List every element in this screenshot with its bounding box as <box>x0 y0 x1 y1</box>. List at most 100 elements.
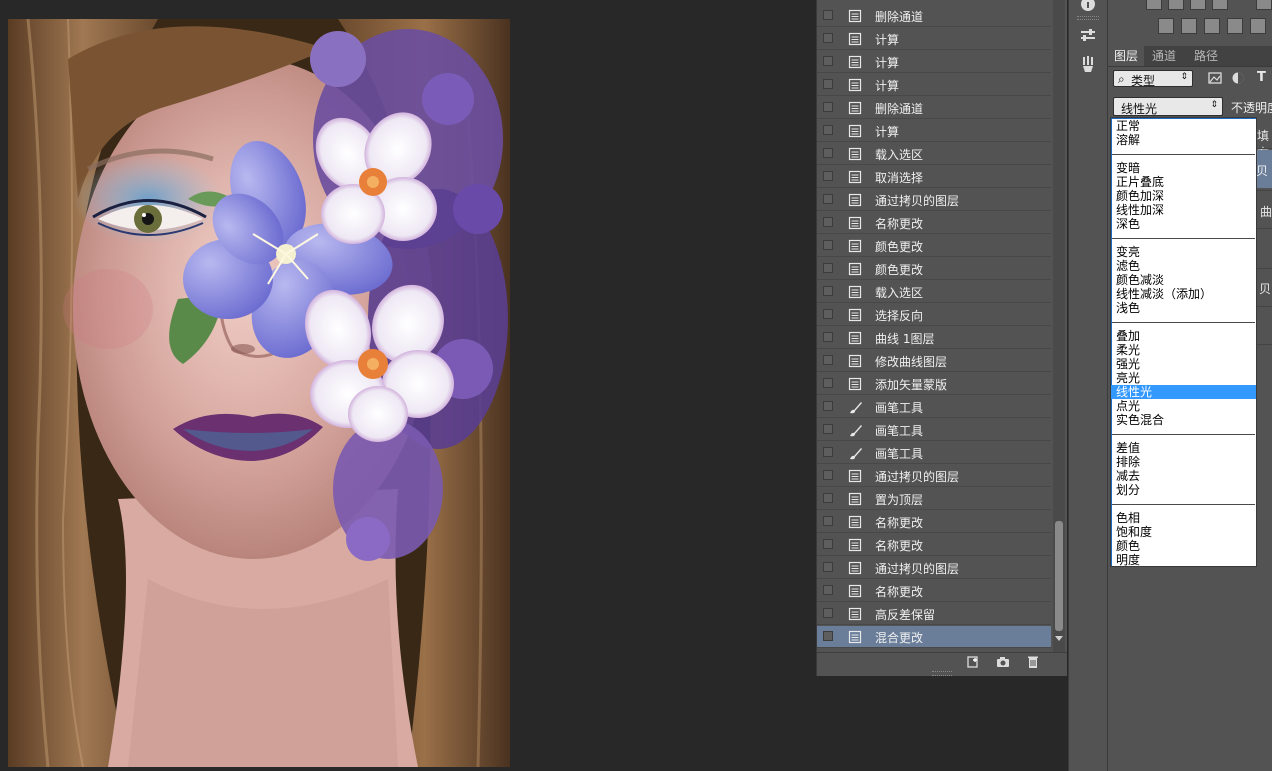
adjustment-icon[interactable] <box>1212 0 1228 10</box>
history-item[interactable]: 选择反向 <box>817 304 1051 326</box>
blend-mode-option[interactable]: 明度 <box>1111 553 1256 567</box>
info-icon[interactable] <box>1078 0 1098 14</box>
history-snapshot-checkbox[interactable] <box>823 125 833 135</box>
scroll-down-arrow-icon[interactable] <box>1055 636 1063 641</box>
history-item[interactable]: 通过拷贝的图层 <box>817 189 1051 211</box>
history-snapshot-checkbox[interactable] <box>823 493 833 503</box>
history-item[interactable]: 名称更改 <box>817 534 1051 556</box>
panel-resize-grip[interactable] <box>932 671 952 676</box>
history-item[interactable]: 计算 <box>817 74 1051 96</box>
blend-mode-option[interactable]: 正片叠底 <box>1111 175 1256 189</box>
dock-grip[interactable] <box>1077 16 1099 20</box>
history-item[interactable]: 颜色更改 <box>817 235 1051 257</box>
adjustment-icon[interactable] <box>1146 0 1162 10</box>
history-item[interactable]: 载入选区 <box>817 281 1051 303</box>
history-item[interactable]: 画笔工具 <box>817 419 1051 441</box>
blend-mode-option[interactable]: 变暗 <box>1111 161 1256 175</box>
tab-paths[interactable]: 路径 <box>1188 46 1224 66</box>
history-snapshot-checkbox[interactable] <box>823 309 833 319</box>
history-snapshot-checkbox[interactable] <box>823 631 833 641</box>
new-document-from-state-icon[interactable] <box>965 655 981 669</box>
blend-mode-option[interactable]: 饱和度 <box>1111 525 1256 539</box>
adjustment-icon[interactable] <box>1181 18 1197 34</box>
history-item[interactable]: 载入选区 <box>817 143 1051 165</box>
history-item[interactable]: 删除通道 <box>817 5 1051 27</box>
blend-mode-option[interactable]: 颜色 <box>1111 539 1256 553</box>
history-snapshot-checkbox[interactable] <box>823 217 833 227</box>
blend-mode-option[interactable]: 叠加 <box>1111 329 1256 343</box>
history-scroll-thumb[interactable] <box>1055 521 1063 631</box>
history-item[interactable]: 画笔工具 <box>817 396 1051 418</box>
properties-sliders-icon[interactable] <box>1078 26 1098 46</box>
layer-filter-select[interactable]: ⌕ 类型 ⇕ <box>1113 70 1193 88</box>
brush-presets-icon[interactable] <box>1078 54 1098 74</box>
history-snapshot-checkbox[interactable] <box>823 102 833 112</box>
history-scrollbar[interactable] <box>1053 0 1065 652</box>
history-item[interactable]: 名称更改 <box>817 580 1051 602</box>
blend-mode-option[interactable]: 溶解 <box>1111 133 1256 147</box>
history-item[interactable]: 取消选择 <box>817 166 1051 188</box>
history-item[interactable]: 删除通道 <box>817 97 1051 119</box>
blend-mode-option[interactable]: 实色混合 <box>1111 413 1256 427</box>
history-item[interactable]: 混合更改 <box>817 626 1051 648</box>
adjustment-icon[interactable] <box>1168 0 1184 10</box>
history-item[interactable]: 计算 <box>817 28 1051 50</box>
adjustment-icon[interactable] <box>1204 18 1220 34</box>
history-snapshot-checkbox[interactable] <box>823 562 833 572</box>
history-snapshot-checkbox[interactable] <box>823 56 833 66</box>
blend-mode-option[interactable]: 排除 <box>1111 455 1256 469</box>
adjustment-filter-icon[interactable] <box>1231 71 1245 85</box>
adjustment-icon[interactable] <box>1227 18 1243 34</box>
blend-mode-option[interactable]: 柔光 <box>1111 343 1256 357</box>
history-snapshot-checkbox[interactable] <box>823 263 833 273</box>
history-item[interactable]: 高反差保留 <box>817 603 1051 625</box>
blend-mode-option[interactable]: 深色 <box>1111 217 1256 231</box>
history-snapshot-checkbox[interactable] <box>823 79 833 89</box>
blend-mode-option[interactable]: 线性加深 <box>1111 203 1256 217</box>
history-snapshot-checkbox[interactable] <box>823 608 833 618</box>
history-snapshot-checkbox[interactable] <box>823 401 833 411</box>
blend-mode-option[interactable]: 滤色 <box>1111 259 1256 273</box>
adjustment-icon[interactable] <box>1250 18 1266 34</box>
adjustment-icon[interactable] <box>1256 0 1272 10</box>
history-item[interactable]: 添加矢量蒙版 <box>817 373 1051 395</box>
history-snapshot-checkbox[interactable] <box>823 424 833 434</box>
history-item[interactable]: 颜色更改 <box>817 258 1051 280</box>
history-item[interactable]: 修改曲线图层 <box>817 350 1051 372</box>
blend-mode-option[interactable]: 颜色加深 <box>1111 189 1256 203</box>
blend-mode-option[interactable]: 线性减淡（添加） <box>1111 287 1256 301</box>
history-snapshot-checkbox[interactable] <box>823 148 833 158</box>
blend-mode-select[interactable]: 线性光 ⇕ <box>1113 97 1223 116</box>
history-snapshot-checkbox[interactable] <box>823 585 833 595</box>
history-snapshot-checkbox[interactable] <box>823 240 833 250</box>
image-filter-icon[interactable] <box>1208 71 1222 85</box>
blend-mode-option[interactable]: 颜色减淡 <box>1111 273 1256 287</box>
history-snapshot-checkbox[interactable] <box>823 33 833 43</box>
adjustment-icon[interactable] <box>1158 18 1174 34</box>
history-snapshot-checkbox[interactable] <box>823 447 833 457</box>
blend-mode-option[interactable]: 色相 <box>1111 511 1256 525</box>
blend-mode-option[interactable]: 划分 <box>1111 483 1256 497</box>
blend-mode-option[interactable]: 减去 <box>1111 469 1256 483</box>
history-item[interactable]: 通过拷贝的图层 <box>817 557 1051 579</box>
history-item[interactable]: 曲线 1图层 <box>817 327 1051 349</box>
blend-mode-option[interactable]: 线性光 <box>1111 385 1256 399</box>
blend-mode-option[interactable]: 正常 <box>1111 119 1256 133</box>
camera-snapshot-icon[interactable] <box>995 655 1011 669</box>
blend-mode-option[interactable]: 亮光 <box>1111 371 1256 385</box>
history-item[interactable]: 计算 <box>817 120 1051 142</box>
type-filter-icon[interactable]: T <box>1257 70 1266 85</box>
history-snapshot-checkbox[interactable] <box>823 332 833 342</box>
history-snapshot-checkbox[interactable] <box>823 194 833 204</box>
tab-channels[interactable]: 通道 <box>1146 46 1182 66</box>
tab-layers[interactable]: 图层 <box>1108 46 1145 66</box>
history-snapshot-checkbox[interactable] <box>823 355 833 365</box>
trash-icon[interactable] <box>1025 655 1041 669</box>
history-item[interactable]: 计算 <box>817 51 1051 73</box>
layer-name-fragment[interactable]: 贝 <box>1259 280 1271 297</box>
history-snapshot-checkbox[interactable] <box>823 470 833 480</box>
history-item[interactable]: 置为顶层 <box>817 488 1051 510</box>
adjustment-icon[interactable] <box>1190 0 1206 10</box>
document-canvas[interactable] <box>8 19 510 767</box>
blend-mode-option[interactable]: 变亮 <box>1111 245 1256 259</box>
